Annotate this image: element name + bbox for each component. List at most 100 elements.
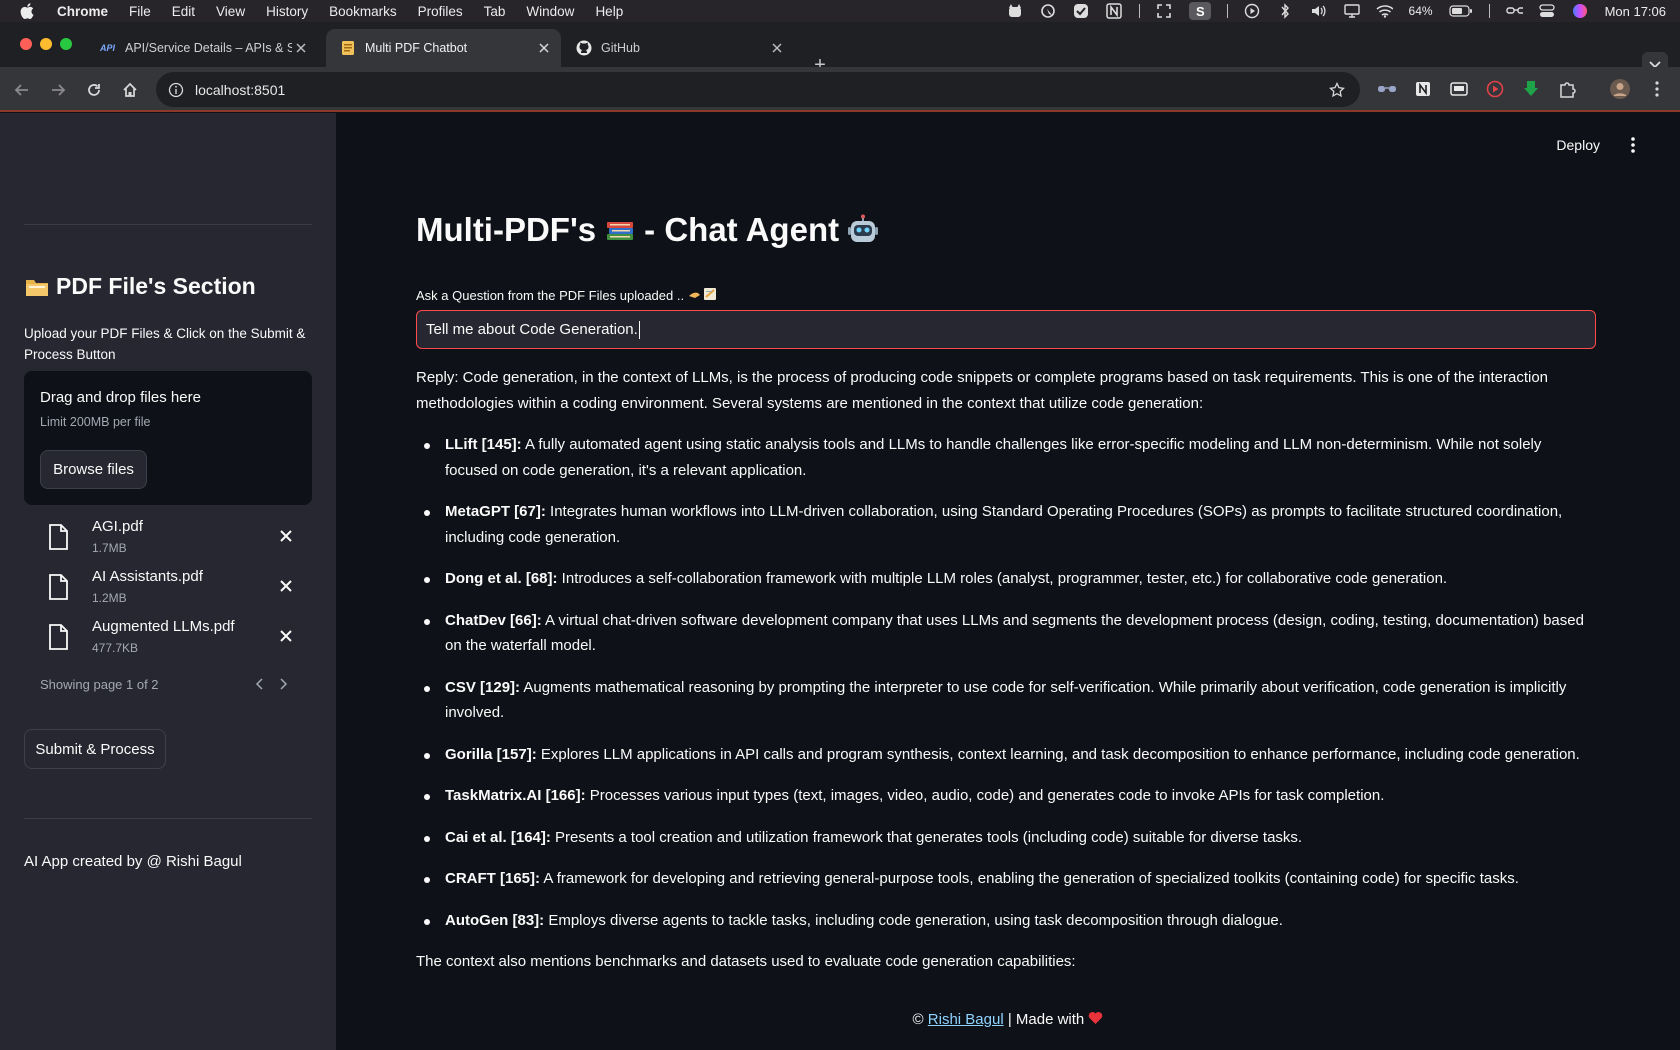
cursor-icon[interactable] [1040,4,1057,18]
site-info-icon[interactable] [165,79,187,101]
menu-bookmarks[interactable]: Bookmarks [329,4,397,19]
back-button[interactable] [11,79,33,101]
window-close-button[interactable] [20,38,32,50]
wifi-icon[interactable] [1376,4,1393,18]
file-name: AGI.pdf [92,518,143,535]
forward-button[interactable] [47,79,69,101]
extensions-puzzle-icon[interactable] [1556,78,1578,100]
glasses-extension-icon[interactable] [1376,78,1398,100]
submit-process-button[interactable]: Submit & Process [24,729,166,769]
menu-clock[interactable]: Mon 17:06 [1605,4,1666,19]
cat-icon[interactable] [1007,4,1024,18]
file-icon [48,574,68,600]
menu-help[interactable]: Help [595,4,623,19]
control-center-icon[interactable] [1539,4,1556,18]
checkmark-icon[interactable] [1073,4,1090,18]
chrome-menu-icon[interactable] [1646,78,1668,100]
reply-intro: Reply: Code generation, in the context o… [416,369,1549,412]
file-size: 477.7KB [92,641,139,655]
url-text[interactable]: localhost:8501 [195,82,285,98]
list-item: CRAFT [165]: A framework for developing … [416,866,1596,892]
media-extension-icon[interactable] [1448,78,1470,100]
home-button[interactable] [119,79,141,101]
main-content: Deploy Multi-PDF's - Chat Agent Ask a Qu… [336,113,1680,1050]
tab-close-icon[interactable] [535,39,553,57]
menu-edit[interactable]: Edit [172,4,195,19]
uploaded-file-item: AGI.pdf 1.7MB [24,518,312,562]
menu-profiles[interactable]: Profiles [418,4,463,19]
api-favicon-icon: API [99,43,115,53]
list-item-term: CSV [129]: [445,678,521,696]
window-minimize-button[interactable] [40,38,52,50]
volume-icon[interactable] [1310,4,1327,18]
footer-author-link[interactable]: Rishi Bagul [928,1011,1004,1028]
menu-tab[interactable]: Tab [484,4,506,19]
bullet [424,618,430,625]
list-item-term: Cai et al. [164]: [445,828,551,846]
menu-file[interactable]: File [129,4,151,19]
remove-file-icon[interactable] [276,526,296,546]
list-item-term: Gorilla [157]: [445,745,537,763]
bookmark-star-icon[interactable] [1326,79,1348,101]
download-extension-icon[interactable] [1520,78,1542,100]
siri-icon[interactable] [1572,4,1589,18]
question-input-value: Tell me about Code Generation. [426,321,638,338]
tray-separator [1226,4,1228,18]
notion-extension-icon[interactable] [1412,78,1434,100]
fullscreen-icon[interactable] [1156,4,1173,18]
list-item-text: Processes various input types (text, ima… [585,787,1385,804]
tab-multi-pdf-chatbot[interactable]: Multi PDF Chatbot [326,29,561,67]
uploaded-file-item: Augmented LLMs.pdf 477.7KB [24,618,312,662]
bullet [424,685,430,692]
previous-page-icon[interactable] [250,675,268,693]
glasses-icon[interactable] [1505,4,1523,18]
books-icon [604,214,636,246]
window-zoom-button[interactable] [60,38,72,50]
question-input[interactable]: Tell me about Code Generation. [416,310,1596,349]
profile-avatar-icon[interactable] [1609,78,1631,100]
apple-icon[interactable] [19,3,35,19]
menu-app-name[interactable]: Chrome [57,4,108,19]
bullet [424,510,430,516]
list-item: CSV [129]: Augments mathematical reasoni… [416,675,1596,726]
notion-icon[interactable] [1106,3,1123,19]
bullet [424,752,430,759]
reply-list: LLift [145]: A fully automated agent usi… [416,432,1596,949]
tab-close-icon[interactable] [768,39,786,57]
status-tray: S 64% Mon 17:06 [1007,0,1666,22]
remove-file-icon[interactable] [276,576,296,596]
tab-close-icon[interactable] [292,39,310,57]
menu-history[interactable]: History [266,4,308,19]
s-app-icon[interactable]: S [1188,2,1211,20]
list-item-text: Presents a tool creation and utilization… [550,828,1303,846]
bullet [424,877,430,883]
list-item-term: AutoGen [83]: [445,911,545,929]
display-icon[interactable] [1343,4,1360,18]
deploy-button[interactable]: Deploy [1556,137,1600,153]
bluetooth-icon[interactable] [1277,3,1294,19]
github-favicon-icon [575,40,592,57]
menu-window[interactable]: Window [526,4,574,19]
sidebar-header: PDF File's Section [24,273,256,300]
tab-api-service-details[interactable]: API API/Service Details – APIs & S [86,29,318,67]
address-bar[interactable]: localhost:8501 [156,72,1360,107]
remove-file-icon[interactable] [276,626,296,646]
reload-button[interactable] [83,79,105,101]
tab-github[interactable]: GitHub [562,29,794,67]
file-dropzone[interactable]: Drag and drop files here Limit 200MB per… [24,371,312,505]
battery-icon[interactable] [1448,4,1473,18]
question-label-text: Ask a Question from the PDF Files upload… [416,288,685,303]
tray-separator [1138,4,1140,18]
browse-files-button[interactable]: Browse files [40,450,147,489]
page-title: Multi-PDF's - Chat Agent [416,211,879,249]
list-item-text: A virtual chat-driven software developme… [445,611,1584,655]
menu-view[interactable]: View [216,4,245,19]
sidebar-header-text: PDF File's Section [56,273,256,299]
play-icon[interactable] [1244,3,1261,19]
list-item: ChatDev [66]: A virtual chat-driven soft… [416,608,1596,659]
next-page-icon[interactable] [275,675,293,693]
list-item-term: Dong et al. [68]: [445,570,558,587]
bullet [424,835,430,842]
main-menu-icon[interactable] [1625,136,1641,154]
record-extension-icon[interactable] [1484,78,1506,100]
